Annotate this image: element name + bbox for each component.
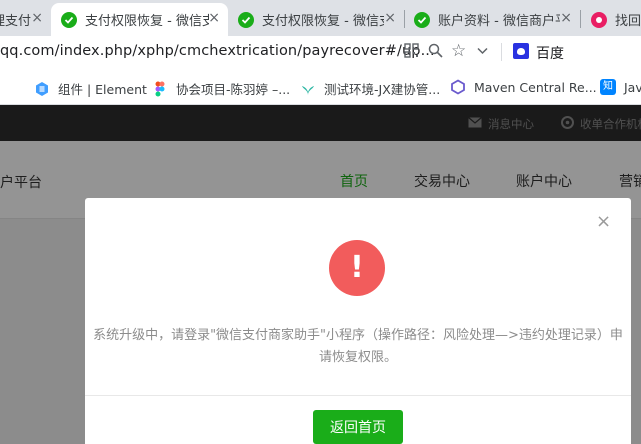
bookmark-label: Maven Central Re... bbox=[474, 79, 597, 95]
site-favicon-icon bbox=[591, 11, 607, 28]
tab-title: 理支付 bbox=[0, 14, 32, 29]
close-tab-icon[interactable]: × bbox=[384, 10, 396, 26]
zoom-icon[interactable] bbox=[428, 43, 443, 62]
baidu-icon bbox=[513, 43, 529, 59]
qr-code-icon[interactable] bbox=[404, 43, 419, 62]
tab-3[interactable]: 支付权限恢复 - 微信支付 × bbox=[228, 3, 404, 36]
address-separator bbox=[501, 43, 502, 61]
tab-title: 支付权限恢复 - 微信支付 bbox=[262, 14, 384, 29]
permission-dialog: × ! 系统升级中，请登录"微信支付商家助手"小程序（操作路径：风险处理—>违约… bbox=[85, 198, 631, 444]
chevron-down-icon[interactable] bbox=[476, 43, 489, 61]
tab-title: 支付权限恢复 - 微信支付 bbox=[85, 14, 209, 29]
search-engine-label[interactable]: 百度 bbox=[536, 43, 564, 63]
wechat-pay-icon bbox=[414, 11, 430, 28]
close-tab-icon[interactable]: × bbox=[208, 10, 220, 26]
dialog-message: 系统升级中，请登录"微信支付商家助手"小程序（操作路径：风险处理—>违约处理记录… bbox=[93, 328, 623, 365]
bookmark-label: 测试环境-JX建协管... bbox=[324, 82, 441, 97]
zhihu-icon: 知 bbox=[600, 79, 616, 95]
dialog-divider bbox=[85, 395, 631, 396]
bookmark-maven[interactable]: Maven Central Re... bbox=[450, 79, 597, 95]
close-icon[interactable]: × bbox=[596, 213, 611, 231]
bookmark-figma[interactable]: 协会项目-陈羽婷 –... bbox=[152, 79, 290, 98]
element-icon bbox=[34, 81, 50, 97]
close-tab-icon[interactable]: × bbox=[31, 10, 43, 26]
alert-icon: ! bbox=[329, 240, 385, 296]
bookmark-label: 协会项目-陈羽婷 –... bbox=[176, 82, 291, 97]
bookmarks-bar: 组件 | Element 协会项目-陈羽婷 –... 测试环境-JX建协管...… bbox=[0, 69, 641, 105]
figma-icon bbox=[152, 81, 168, 97]
bookmark-test-env[interactable]: 测试环境-JX建协管... bbox=[300, 79, 440, 98]
tab-1[interactable]: 理支付 × bbox=[0, 3, 51, 36]
tab-5[interactable]: 找回 bbox=[581, 3, 641, 36]
tab-title: 账户资料 - 微信商户平台 bbox=[438, 14, 560, 29]
back-home-button[interactable]: 返回首页 bbox=[313, 410, 403, 444]
bookmark-label: Jav bbox=[624, 79, 641, 95]
wechat-pay-icon bbox=[238, 11, 254, 28]
wechat-pay-icon bbox=[61, 11, 77, 28]
tab-title: 找回 bbox=[615, 14, 641, 29]
close-tab-icon[interactable]: × bbox=[560, 10, 572, 26]
bookmark-label: 组件 | Element bbox=[58, 82, 147, 97]
tab-4[interactable]: 账户资料 - 微信商户平台 × bbox=[404, 3, 580, 36]
bookmark-java[interactable]: 知 Jav bbox=[600, 79, 641, 95]
tab-2[interactable]: 支付权限恢复 - 微信支付 × bbox=[51, 3, 228, 36]
leaf-icon bbox=[300, 81, 316, 97]
tab-strip: 理支付 × 支付权限恢复 - 微信支付 × 支付权限恢复 - 微信支付 × 账户… bbox=[0, 0, 641, 36]
url-input[interactable]: qq.com/index.php/xphp/cmchextrication/pa… bbox=[0, 43, 435, 59]
bookmark-element[interactable]: 组件 | Element bbox=[34, 79, 147, 98]
bookmark-star-icon[interactable]: ☆ bbox=[451, 41, 466, 61]
web-page: 消息中心 收单合作机构 商户平台 首页 交易中心 账户中心 营销 × ! 系统升… bbox=[0, 105, 641, 444]
maven-icon bbox=[450, 79, 466, 95]
alert-glyph: ! bbox=[350, 250, 364, 285]
address-bar-row: qq.com/index.php/xphp/cmchextrication/pa… bbox=[0, 36, 641, 69]
